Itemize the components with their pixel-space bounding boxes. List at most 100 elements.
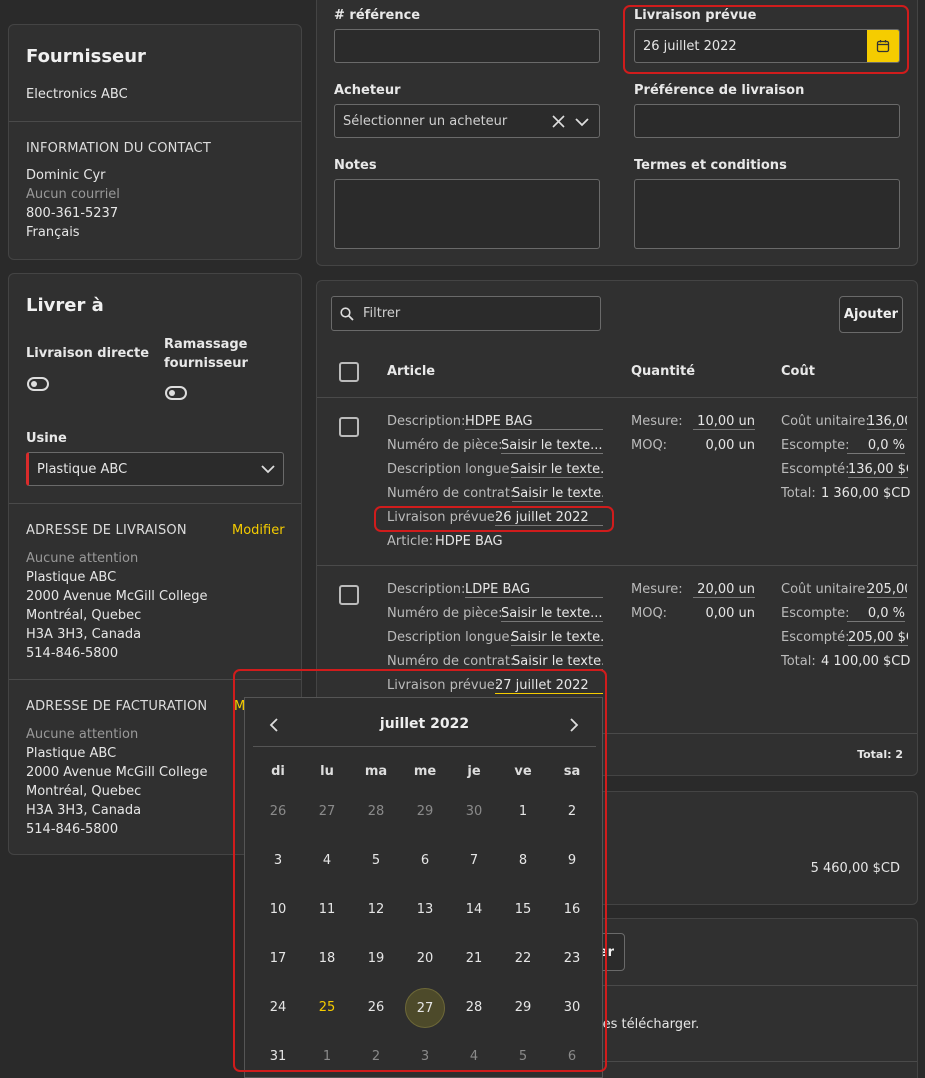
items-total-count: Total: 2 bbox=[857, 748, 903, 761]
contact-header: INFORMATION DU CONTACT bbox=[26, 141, 211, 156]
total-value: 1 360,00 $CD bbox=[821, 486, 911, 501]
billing-attention: Aucune attention bbox=[26, 727, 139, 742]
discount-value[interactable]: 0,0 % bbox=[847, 438, 905, 454]
divider bbox=[9, 503, 301, 504]
billing-street: 2000 Avenue McGill College bbox=[26, 765, 208, 780]
contact-phone: 800-361-5237 bbox=[26, 206, 119, 221]
total-label: Total: bbox=[781, 486, 816, 501]
ship-to-title: Livrer à bbox=[26, 295, 104, 316]
divider bbox=[9, 121, 301, 122]
notes-textarea[interactable] bbox=[334, 179, 600, 249]
delivery-city: Montréal, Quebec bbox=[26, 608, 142, 623]
add-button[interactable]: Ajouter bbox=[839, 296, 903, 333]
delivery-preference-input[interactable] bbox=[634, 104, 900, 138]
supplier-title: Fournisseur bbox=[26, 46, 146, 67]
description-value[interactable]: HDPE BAG bbox=[465, 414, 603, 430]
discount-label: Escompte: bbox=[781, 606, 850, 621]
row-checkbox[interactable] bbox=[339, 417, 359, 437]
moq-label: MOQ: bbox=[631, 438, 668, 453]
plant-select[interactable]: Plastique ABC bbox=[26, 452, 284, 486]
pickup-label-line2: fournisseur bbox=[164, 356, 248, 371]
discounted-value[interactable]: 205,00 $C bbox=[848, 630, 908, 646]
supplier-panel: Fournisseur Electronics ABC INFORMATION … bbox=[8, 24, 302, 260]
buyer-label: Acheteur bbox=[334, 83, 401, 98]
buyer-placeholder: Sélectionner un acheteur bbox=[343, 113, 508, 129]
direct-delivery-toggle[interactable] bbox=[27, 377, 49, 391]
moq-label: MOQ: bbox=[631, 606, 668, 621]
attachments-hint: les télécharger. bbox=[599, 1017, 700, 1032]
moq-value: 0,00 un bbox=[705, 438, 755, 453]
reference-label: # référence bbox=[334, 8, 421, 23]
total-value: 4 100,00 $CD bbox=[821, 654, 911, 669]
delivery-street: 2000 Avenue McGill College bbox=[26, 589, 208, 604]
contact-name: Dominic Cyr bbox=[26, 168, 106, 183]
delivery-preference-label: Préférence de livraison bbox=[634, 83, 805, 98]
article-value: HDPE BAG bbox=[435, 534, 503, 549]
terms-textarea[interactable] bbox=[634, 179, 900, 249]
divider bbox=[317, 565, 917, 566]
discount-label: Escompte: bbox=[781, 438, 850, 453]
unit-cost-label: Coût unitaire: bbox=[781, 582, 870, 597]
buyer-select[interactable]: Sélectionner un acheteur bbox=[334, 104, 600, 138]
part-input[interactable]: Saisir le texte... bbox=[501, 438, 603, 454]
unit-cost-value[interactable]: 205,00 bbox=[867, 582, 907, 598]
modify-delivery-address-link[interactable]: Modifier bbox=[232, 523, 285, 538]
part-label: Numéro de pièce: bbox=[387, 438, 503, 453]
measure-value[interactable]: 20,00 un bbox=[693, 582, 755, 598]
description-value[interactable]: LDPE BAG bbox=[465, 582, 603, 598]
highlight-row1-delivery bbox=[374, 506, 614, 532]
billing-phone: 514-846-5800 bbox=[26, 822, 119, 837]
delivery-address-header: ADRESSE DE LIVRAISON bbox=[26, 523, 187, 538]
billing-city: Montréal, Quebec bbox=[26, 784, 142, 799]
long-desc-label: Description longue: bbox=[387, 630, 514, 645]
summary-amount: 5 460,00 $CD bbox=[810, 861, 900, 876]
long-desc-input[interactable]: Saisir le texte... bbox=[511, 462, 603, 478]
measure-label: Mesure: bbox=[631, 582, 683, 597]
filter-input[interactable]: Filtrer bbox=[331, 296, 601, 331]
contract-input[interactable]: Saisir le texte... bbox=[512, 486, 603, 502]
delivery-name: Plastique ABC bbox=[26, 570, 117, 585]
divider bbox=[317, 397, 917, 398]
search-icon bbox=[340, 306, 354, 321]
moq-value: 0,00 un bbox=[705, 606, 755, 621]
row-checkbox[interactable] bbox=[339, 585, 359, 605]
chevron-down-icon bbox=[261, 465, 275, 474]
long-desc-input[interactable]: Saisir le texte... bbox=[511, 630, 603, 646]
chevron-down-icon[interactable] bbox=[575, 117, 589, 127]
billing-name: Plastique ABC bbox=[26, 746, 117, 761]
plant-label: Usine bbox=[26, 431, 67, 446]
unit-cost-value[interactable]: 136,00 bbox=[867, 414, 907, 430]
billing-postal: H3A 3H3, Canada bbox=[26, 803, 142, 818]
highlight-date-picker bbox=[233, 669, 607, 1072]
billing-address-header: ADRESSE DE FACTURATION bbox=[26, 699, 208, 714]
highlight-delivery-field bbox=[623, 5, 909, 74]
discount-value[interactable]: 0,0 % bbox=[847, 606, 905, 622]
pickup-label-line1: Ramassage bbox=[164, 337, 248, 352]
reference-input[interactable] bbox=[334, 29, 600, 63]
notes-label: Notes bbox=[334, 158, 377, 173]
part-label: Numéro de pièce: bbox=[387, 606, 503, 621]
discounted-label: Escompté: bbox=[781, 630, 850, 645]
part-input[interactable]: Saisir le texte... bbox=[501, 606, 603, 622]
contract-input[interactable]: Saisir le texte... bbox=[512, 654, 603, 670]
direct-delivery-label: Livraison directe bbox=[26, 346, 150, 361]
supplier-name: Electronics ABC bbox=[26, 87, 128, 102]
article-label: Article: bbox=[387, 534, 434, 549]
contract-label: Numéro de contrat: bbox=[387, 654, 515, 669]
discounted-label: Escompté: bbox=[781, 462, 850, 477]
measure-value[interactable]: 10,00 un bbox=[693, 414, 755, 430]
unit-cost-label: Coût unitaire: bbox=[781, 414, 870, 429]
discounted-value[interactable]: 136,00 $C bbox=[848, 462, 908, 478]
delivery-postal: H3A 3H3, Canada bbox=[26, 627, 142, 642]
supplier-pickup-toggle[interactable] bbox=[165, 386, 187, 400]
description-label: Description: bbox=[387, 414, 466, 429]
contact-email: Aucun courriel bbox=[26, 187, 120, 202]
clear-icon[interactable] bbox=[552, 115, 565, 128]
col-cost: Coût bbox=[781, 364, 815, 379]
select-all-checkbox[interactable] bbox=[339, 362, 359, 382]
measure-label: Mesure: bbox=[631, 414, 683, 429]
contract-label: Numéro de contrat: bbox=[387, 486, 515, 501]
total-label: Total: bbox=[781, 654, 816, 669]
filter-placeholder: Filtrer bbox=[363, 306, 401, 321]
col-quantity: Quantité bbox=[631, 364, 696, 379]
